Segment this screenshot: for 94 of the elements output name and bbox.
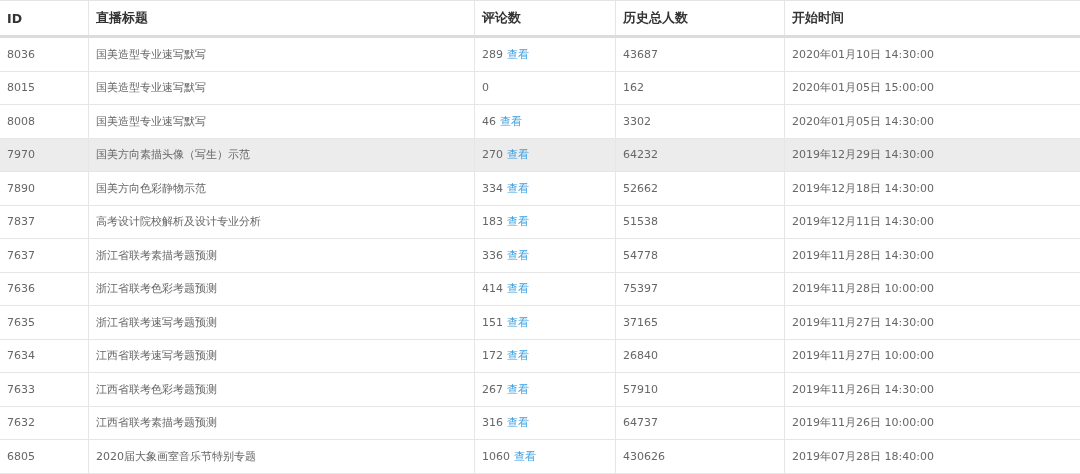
table-cell: 2019年11月27日 14:30:00 [784,306,1080,339]
table-cell: 江西省联考素描考题预测 [88,406,474,439]
table-row[interactable]: 8036 国美造型专业速写默写 289 查看 43687 2020年01月10日 14:30:00 [0,38,1080,72]
view-link[interactable]: 查看 [507,381,529,397]
table-cell-text: 7637 [6,247,36,264]
table-cell: 3302 [615,105,784,138]
table-cell: 国美造型专业速写默写 [88,71,474,104]
table-cell: 国美方向素描头像（写生）示范 [88,138,474,171]
comment-count: 414 [482,282,503,296]
table-cell: 75397 [615,272,784,305]
view-link[interactable]: 查看 [507,180,529,196]
comment-count: 151 [482,315,503,329]
table-cell: 浙江省联考速写考题预测 [88,306,474,339]
column-header: 评论数 [474,1,615,35]
table-cell-text: 7890 [6,180,36,197]
table-cell: 2020年01月05日 14:30:00 [784,105,1080,138]
table-cell: 2019年12月29日 14:30:00 [784,138,1080,171]
comment-count: 1060 [482,449,510,463]
comment-count: 183 [482,215,503,229]
comment-count: 270 [482,148,503,162]
table-cell: 37165 [615,306,784,339]
table-row[interactable]: 7837 高考设计院校解析及设计专业分析 183 查看 51538 2019年12月11日 14:30:00 [0,205,1080,239]
table-cell: 江西省联考速写考题预测 [88,339,474,372]
table-row[interactable]: 7633 江西省联考色彩考题预测 267 查看 57910 2019年11月26日 14:30:00 [0,373,1080,407]
comment-count: 267 [482,382,503,396]
table-cell: 2020届大象画室音乐节特别专题 [88,440,474,473]
table-cell: 64232 [615,138,784,171]
view-link[interactable]: 查看 [514,448,536,464]
table-cell-text: 7970 [6,147,36,164]
table-cell-text: 7636 [6,281,36,298]
table-cell: 2019年11月27日 10:00:00 [784,339,1080,372]
table-cell: 2019年11月26日 10:00:00 [784,406,1080,439]
table-cell: 54778 [615,239,784,272]
table-cell: 2019年11月28日 10:00:00 [784,272,1080,305]
table-cell: 57910 [615,373,784,406]
table-cell-text: 7837 [6,214,36,231]
table-cell-text: 8015 [6,80,36,97]
table-row[interactable]: 7970 国美方向素描头像（写生）示范 270 查看 64232 2019年12月29日 14:30:00 [0,138,1080,172]
column-header: ID [6,9,24,28]
comment-count: 316 [482,416,503,430]
comment-count: 46 [482,114,496,128]
table-row[interactable]: 8015 国美造型专业速写默写 0 162 2020年01月05日 15:00:00 [0,71,1080,105]
table-cell: 浙江省联考素描考题预测 [88,239,474,272]
table-cell: 国美造型专业速写默写 [88,105,474,138]
table-cell: 国美造型专业速写默写 [88,38,474,71]
table-cell: 26840 [615,339,784,372]
table-cell: 52662 [615,172,784,205]
column-header: 历史总人数 [615,1,784,35]
view-link[interactable]: 查看 [500,113,522,129]
table-cell: 2019年12月11日 14:30:00 [784,205,1080,238]
table-cell: 2019年07月28日 18:40:00 [784,440,1080,473]
table-row[interactable]: 7632 江西省联考素描考题预测 316 查看 64737 2019年11月26日 10:00:00 [0,406,1080,440]
table-cell-text: 8008 [6,113,36,130]
view-link[interactable]: 查看 [507,247,529,263]
table-cell-text: 7634 [6,348,36,365]
column-header: 直播标题 [88,1,474,35]
table-cell: 51538 [615,205,784,238]
table-cell: 2019年12月18日 14:30:00 [784,172,1080,205]
table-cell: 高考设计院校解析及设计专业分析 [88,205,474,238]
view-link[interactable]: 查看 [507,46,529,62]
comment-count: 289 [482,47,503,61]
table-row[interactable]: 7634 江西省联考速写考题预测 172 查看 26840 2019年11月27日 10:00:00 [0,339,1080,373]
table-cell: 2020年01月05日 15:00:00 [784,71,1080,104]
table-cell: 浙江省联考色彩考题预测 [88,272,474,305]
table-cell-text: 7635 [6,314,36,331]
comment-count: 334 [482,181,503,195]
column-header: 开始时间 [784,1,1080,35]
table-row[interactable]: 6805 2020届大象画室音乐节特别专题 1060 查看 430626 2019年07月28日 18:40:00 [0,440,1080,474]
table-cell: 2019年11月28日 14:30:00 [784,239,1080,272]
table-cell: 162 [615,71,784,104]
table-cell-text: 7633 [6,381,36,398]
table-cell: 64737 [615,406,784,439]
table-cell: 江西省联考色彩考题预测 [88,373,474,406]
table-cell-text: 8036 [6,46,36,63]
view-link[interactable]: 查看 [507,415,529,431]
table-row[interactable]: 7636 浙江省联考色彩考题预测 414 查看 75397 2019年11月28日 10:00:00 [0,272,1080,306]
comment-count: 172 [482,349,503,363]
table-cell: 国美方向色彩静物示范 [88,172,474,205]
table-cell-text: 7632 [6,415,36,432]
view-link[interactable]: 查看 [507,214,529,230]
table-cell: 2019年11月26日 14:30:00 [784,373,1080,406]
table-row[interactable]: 7637 浙江省联考素描考题预测 336 查看 54778 2019年11月28日 14:30:00 [0,239,1080,273]
table-row[interactable]: 8008 国美造型专业速写默写 46 查看 3302 2020年01月05日 14:30:00 [0,105,1080,139]
table-cell: 2020年01月10日 14:30:00 [784,38,1080,71]
view-link[interactable]: 查看 [507,281,529,297]
table-row[interactable]: 7890 国美方向色彩静物示范 334 查看 52662 2019年12月18日 14:30:00 [0,172,1080,206]
comment-count: 336 [482,248,503,262]
table-cell: 430626 [615,440,784,473]
comment-count: 0 [482,81,489,95]
view-link[interactable]: 查看 [507,314,529,330]
table-row[interactable]: 7635 浙江省联考速写考题预测 151 查看 37165 2019年11月27日 14:30:00 [0,306,1080,340]
table-cell-text: 6805 [6,448,36,465]
table-cell: 43687 [615,38,784,71]
view-link[interactable]: 查看 [507,348,529,364]
